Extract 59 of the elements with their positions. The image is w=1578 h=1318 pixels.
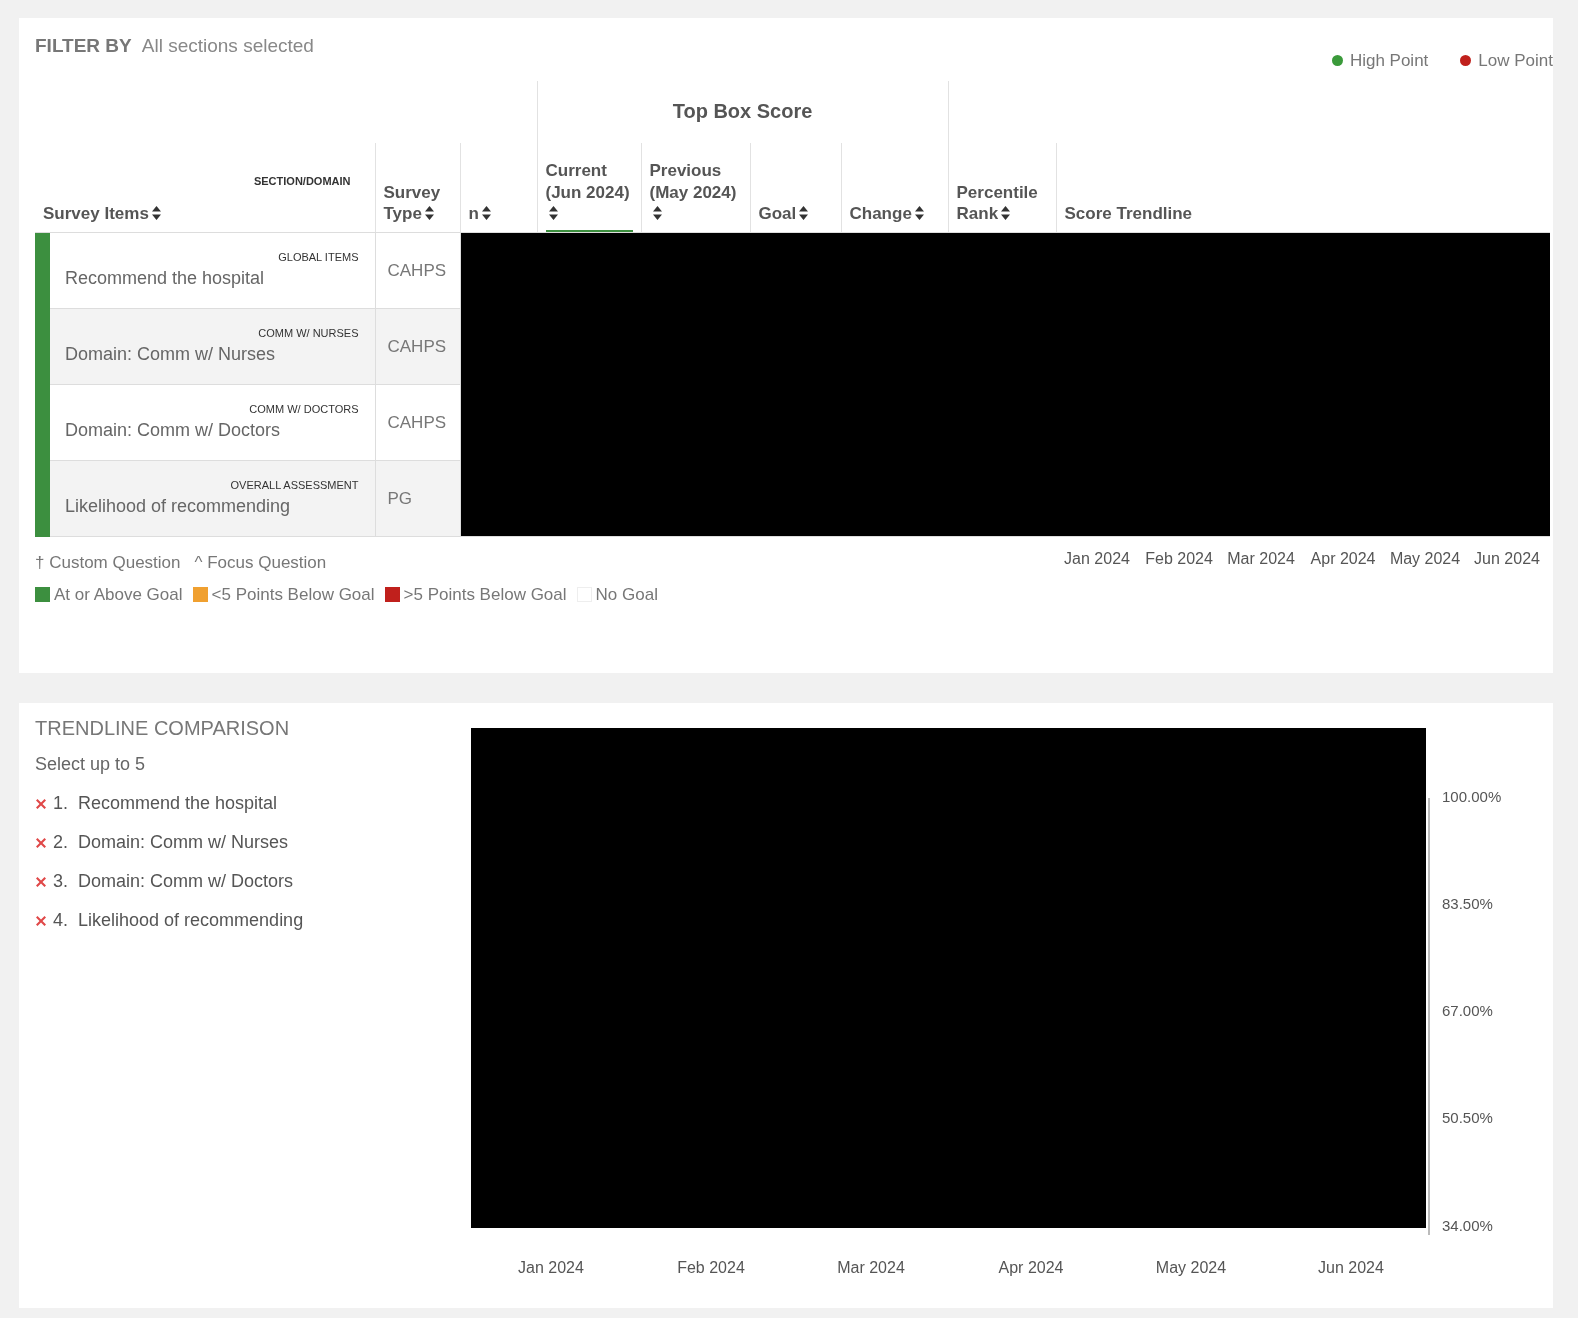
legend-label: >5 Points Below Goal [403, 584, 567, 604]
column-header[interactable]: Percentile Rank [956, 181, 1048, 232]
note-label: ^ Focus Question [194, 552, 327, 574]
item-label: Domain: Comm w/ Nurses [65, 344, 276, 365]
column-header[interactable]: Goal [758, 202, 833, 232]
month-label: Mar 2024 [1226, 549, 1296, 569]
item-label: Likelihood of recommending [65, 496, 291, 517]
item-label[interactable]: 4. Likelihood of recommending [53, 907, 304, 934]
column-header[interactable]: Survey Type [383, 181, 452, 232]
column-header[interactable]: n [468, 202, 529, 232]
table-cell: CAHPS [375, 308, 460, 385]
month-label: Jun 2024 [1473, 549, 1541, 569]
hint-text: Select up to 5 [35, 753, 147, 776]
section-label: OVERALL ASSESSMENT [229, 477, 359, 493]
legend-label: <5 Points Below Goal [211, 584, 375, 604]
close-icon[interactable] [35, 914, 47, 927]
section-label: GLOBAL ITEMS [277, 249, 359, 265]
item-label: Domain: Comm w/ Doctors [65, 420, 281, 441]
filter-label: FILTER BY [35, 35, 132, 56]
section-label: COMM W/ NURSES [257, 325, 359, 341]
table-cell: CAHPS [375, 232, 460, 309]
close-icon[interactable] [35, 797, 47, 810]
legend-label: High Point [1349, 50, 1429, 72]
month-label: Feb 2024 [1144, 549, 1214, 569]
axis-label: 67.00% [1442, 1001, 1494, 1022]
axis-label: Feb 2024 [676, 1258, 746, 1278]
section-title: TRENDLINE COMPARISON [35, 716, 291, 741]
legend-label: At or Above Goal [54, 584, 183, 604]
item-label[interactable]: 1. Recommend the hospital [53, 790, 278, 817]
axis-label: 100.00% [1442, 787, 1502, 807]
column-header[interactable]: Change [849, 202, 940, 232]
axis-label: Jan 2024 [517, 1258, 585, 1278]
item-label[interactable]: 2. Domain: Comm w/ Nurses [53, 829, 289, 856]
column-header[interactable]: Previous (May 2024) [649, 160, 742, 232]
item-label: Recommend the hospital [65, 268, 265, 289]
month-label: Apr 2024 [1309, 549, 1377, 569]
table-cell: PG [375, 460, 460, 537]
month-label: May 2024 [1388, 549, 1462, 569]
legend-label: No Goal [595, 584, 658, 604]
column-header[interactable]: Survey Items [43, 202, 367, 232]
axis-label: Mar 2024 [836, 1258, 906, 1278]
axis-label: May 2024 [1154, 1258, 1228, 1278]
item-label[interactable]: 3. Domain: Comm w/ Doctors [53, 868, 294, 895]
close-icon[interactable] [35, 836, 47, 849]
axis-label: Jun 2024 [1317, 1258, 1385, 1278]
table-cell: CAHPS [375, 384, 460, 461]
section-header: SECTION/DOMAIN [252, 175, 351, 189]
axis-label: 34.00% [1442, 1215, 1494, 1236]
section-label: COMM W/ DOCTORS [248, 401, 359, 417]
axis-label: 50.50% [1442, 1108, 1494, 1129]
axis-label: Apr 2024 [997, 1258, 1065, 1278]
legend-label: Low Point [1478, 50, 1553, 72]
close-icon[interactable] [35, 875, 47, 888]
note-label: † Custom Question [35, 552, 181, 574]
month-label: Jan 2024 [1063, 549, 1131, 569]
column-header: Score Trendline [1064, 202, 1194, 225]
filter-value[interactable]: All sections selected [141, 35, 314, 56]
axis-label: 83.50% [1442, 894, 1494, 915]
column-group-header: Top Box Score [537, 80, 949, 143]
